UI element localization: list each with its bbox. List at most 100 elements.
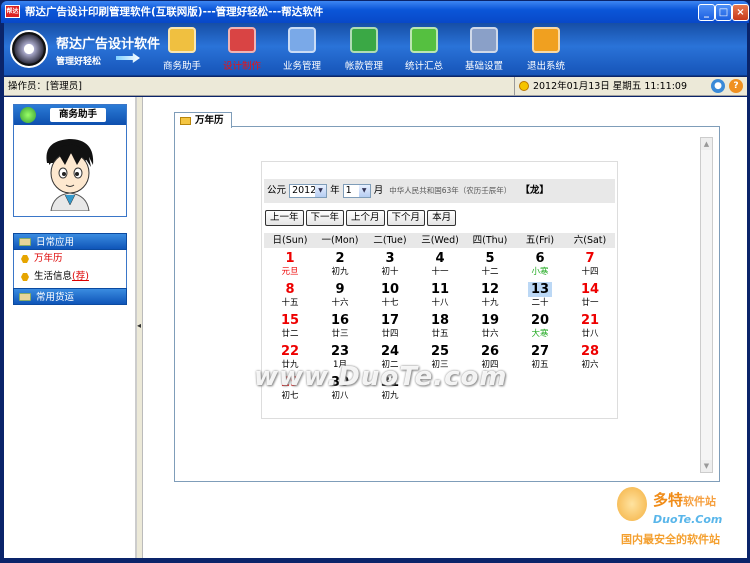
day-cell[interactable]: 18 廿五 [415, 313, 465, 344]
close-button[interactable]: × [732, 4, 749, 21]
operator-label: 操作员：[管理员] [8, 81, 82, 92]
daily-apps-header[interactable]: 日常应用 [13, 233, 127, 250]
business-assistant-box: 商务助手 [13, 104, 127, 217]
day-number: 20 [530, 313, 550, 328]
day-cell[interactable]: 28 初六 [565, 344, 615, 375]
help-globe-icon[interactable]: ● [711, 79, 725, 93]
day-number: 11 [430, 282, 450, 297]
minimize-button[interactable]: _ [698, 4, 715, 21]
day-number: 2 [335, 251, 345, 266]
toolbar-button-5[interactable]: 统计汇总 [394, 25, 454, 73]
toolbar-icon [470, 27, 498, 53]
hexagon-icon [21, 273, 29, 281]
folder-icon [180, 117, 191, 125]
day-cell[interactable]: 3 初十 [365, 251, 415, 282]
common-freight-header[interactable]: 常用货运 [13, 288, 127, 305]
toolbar-icon [168, 27, 196, 53]
scroll-up-icon[interactable]: ▲ [701, 138, 712, 150]
day-number: 18 [430, 313, 450, 328]
day-cell[interactable]: 15 廿二 [265, 313, 315, 344]
day-number: 12 [480, 282, 500, 297]
day-cell[interactable]: 16 廿三 [315, 313, 365, 344]
lunar-day: 十九 [481, 298, 499, 308]
toolbar-button-2[interactable]: 设计制作 [212, 25, 272, 73]
lunar-day: 廿一 [581, 298, 599, 308]
day-cell[interactable]: 4 十一 [415, 251, 465, 282]
tab-calendar[interactable]: 万年历 [174, 112, 232, 128]
lunar-day: 小寒 [531, 267, 549, 277]
day-cell[interactable]: 17 廿四 [365, 313, 415, 344]
day-cell[interactable]: 12 十九 [465, 282, 515, 313]
title-bar[interactable]: 帮达 帮达广告设计印刷管理软件(互联网版)---管理好轻松---帮达软件 _ □… [1, 1, 749, 23]
day-number: 22 [280, 344, 300, 359]
prev-month-button[interactable]: 上个月 [346, 210, 385, 226]
calendar-panel: ▲ ▼ 公元 2012 ▼ 年 1 ▼ 月 中华人民共和国63年（农历壬辰年） 【龙… [174, 126, 720, 482]
toolbar-button-3[interactable]: 业务管理 [272, 25, 332, 73]
lunar-day: 大寒 [531, 329, 549, 339]
day-number: 3 [385, 251, 395, 266]
lunar-day: 初九 [331, 267, 349, 277]
lunar-day: 廿四 [381, 329, 399, 339]
chevron-down-icon: ▼ [315, 184, 327, 197]
day-cell[interactable]: 10 十七 [365, 282, 415, 313]
prev-year-button[interactable]: 上一年 [265, 210, 304, 226]
day-cell[interactable]: 2 初九 [315, 251, 365, 282]
lunar-day: 十一 [431, 267, 449, 277]
collapse-arrow-icon[interactable]: ◂ [137, 321, 143, 331]
lunar-day: 初十 [381, 267, 399, 277]
folder-icon [19, 293, 31, 301]
toolbar-button-6[interactable]: 基础设置 [454, 25, 514, 73]
mascot-icon [617, 487, 647, 521]
weekday-label: 六(Sat) [573, 235, 607, 246]
vertical-scrollbar[interactable]: ▲ ▼ [700, 137, 713, 473]
day-cell[interactable]: 19 廿六 [465, 313, 515, 344]
question-icon[interactable]: ? [729, 79, 743, 93]
day-cell[interactable]: 5 十二 [465, 251, 515, 282]
maximize-button[interactable]: □ [715, 4, 732, 21]
day-cell[interactable]: 21 廿八 [565, 313, 615, 344]
day-number: 15 [280, 313, 300, 328]
lunar-info: 中华人民共和国63年（农历壬辰年） [389, 186, 512, 195]
day-cell[interactable]: 8 十五 [265, 282, 315, 313]
day-number: 16 [330, 313, 350, 328]
day-number: 28 [580, 344, 600, 359]
menu-item-label: 万年历 [34, 253, 63, 264]
day-cell[interactable]: 13 二十 [515, 282, 565, 313]
toolbar-button-7[interactable]: 退出系统 [516, 25, 576, 73]
scroll-down-icon[interactable]: ▼ [701, 460, 712, 472]
month-select[interactable]: 1 ▼ [342, 183, 371, 198]
day-cell[interactable]: 7 十四 [565, 251, 615, 282]
toolbar-label: 基础设置 [464, 61, 503, 72]
day-cell[interactable]: 9 十六 [315, 282, 365, 313]
logo-slogan: 管理好轻松 [56, 57, 102, 67]
next-month-button[interactable]: 下个月 [386, 210, 426, 226]
day-cell[interactable]: 6 小寒 [515, 251, 565, 282]
era-label: 公元 [267, 185, 287, 196]
panel-splitter[interactable]: ◂ [137, 97, 143, 558]
menu-item-calendar[interactable]: 万年历 [14, 250, 126, 268]
day-cell[interactable]: 11 十八 [415, 282, 465, 313]
day-number: 9 [335, 282, 345, 297]
day-number: 10 [380, 282, 400, 297]
next-year-button[interactable]: 下一年 [305, 210, 345, 226]
this-month-button[interactable]: 本月 [427, 210, 457, 226]
toolbar-label: 商务助手 [162, 61, 201, 72]
toolbar-button-4[interactable]: 帐款管理 [334, 25, 394, 73]
year-select[interactable]: 2012 ▼ [289, 183, 328, 198]
toolbar-label: 退出系统 [526, 61, 565, 72]
day-cell[interactable]: 27 初五 [515, 344, 565, 375]
menu-item-life-info[interactable]: 生活信息(荐) [14, 268, 126, 286]
day-cell[interactable]: 14 廿一 [565, 282, 615, 313]
toolbar-button-1[interactable]: 商务助手 [152, 25, 212, 73]
day-cell[interactable]: 20 大寒 [515, 313, 565, 344]
day-number: 7 [585, 251, 595, 266]
people-icon [20, 107, 36, 123]
year-unit: 年 [330, 185, 340, 196]
day-cell[interactable]: 1 元旦 [265, 251, 315, 282]
biz-title: 商务助手 [50, 108, 106, 122]
lunar-day: 初五 [531, 360, 549, 370]
toolbar-icon [288, 27, 316, 53]
daily-apps-label: 日常应用 [36, 237, 75, 248]
calendar-nav: 上一年 下一年 上个月 下个月 本月 [265, 210, 458, 226]
biz-header: 商务助手 [14, 105, 126, 125]
